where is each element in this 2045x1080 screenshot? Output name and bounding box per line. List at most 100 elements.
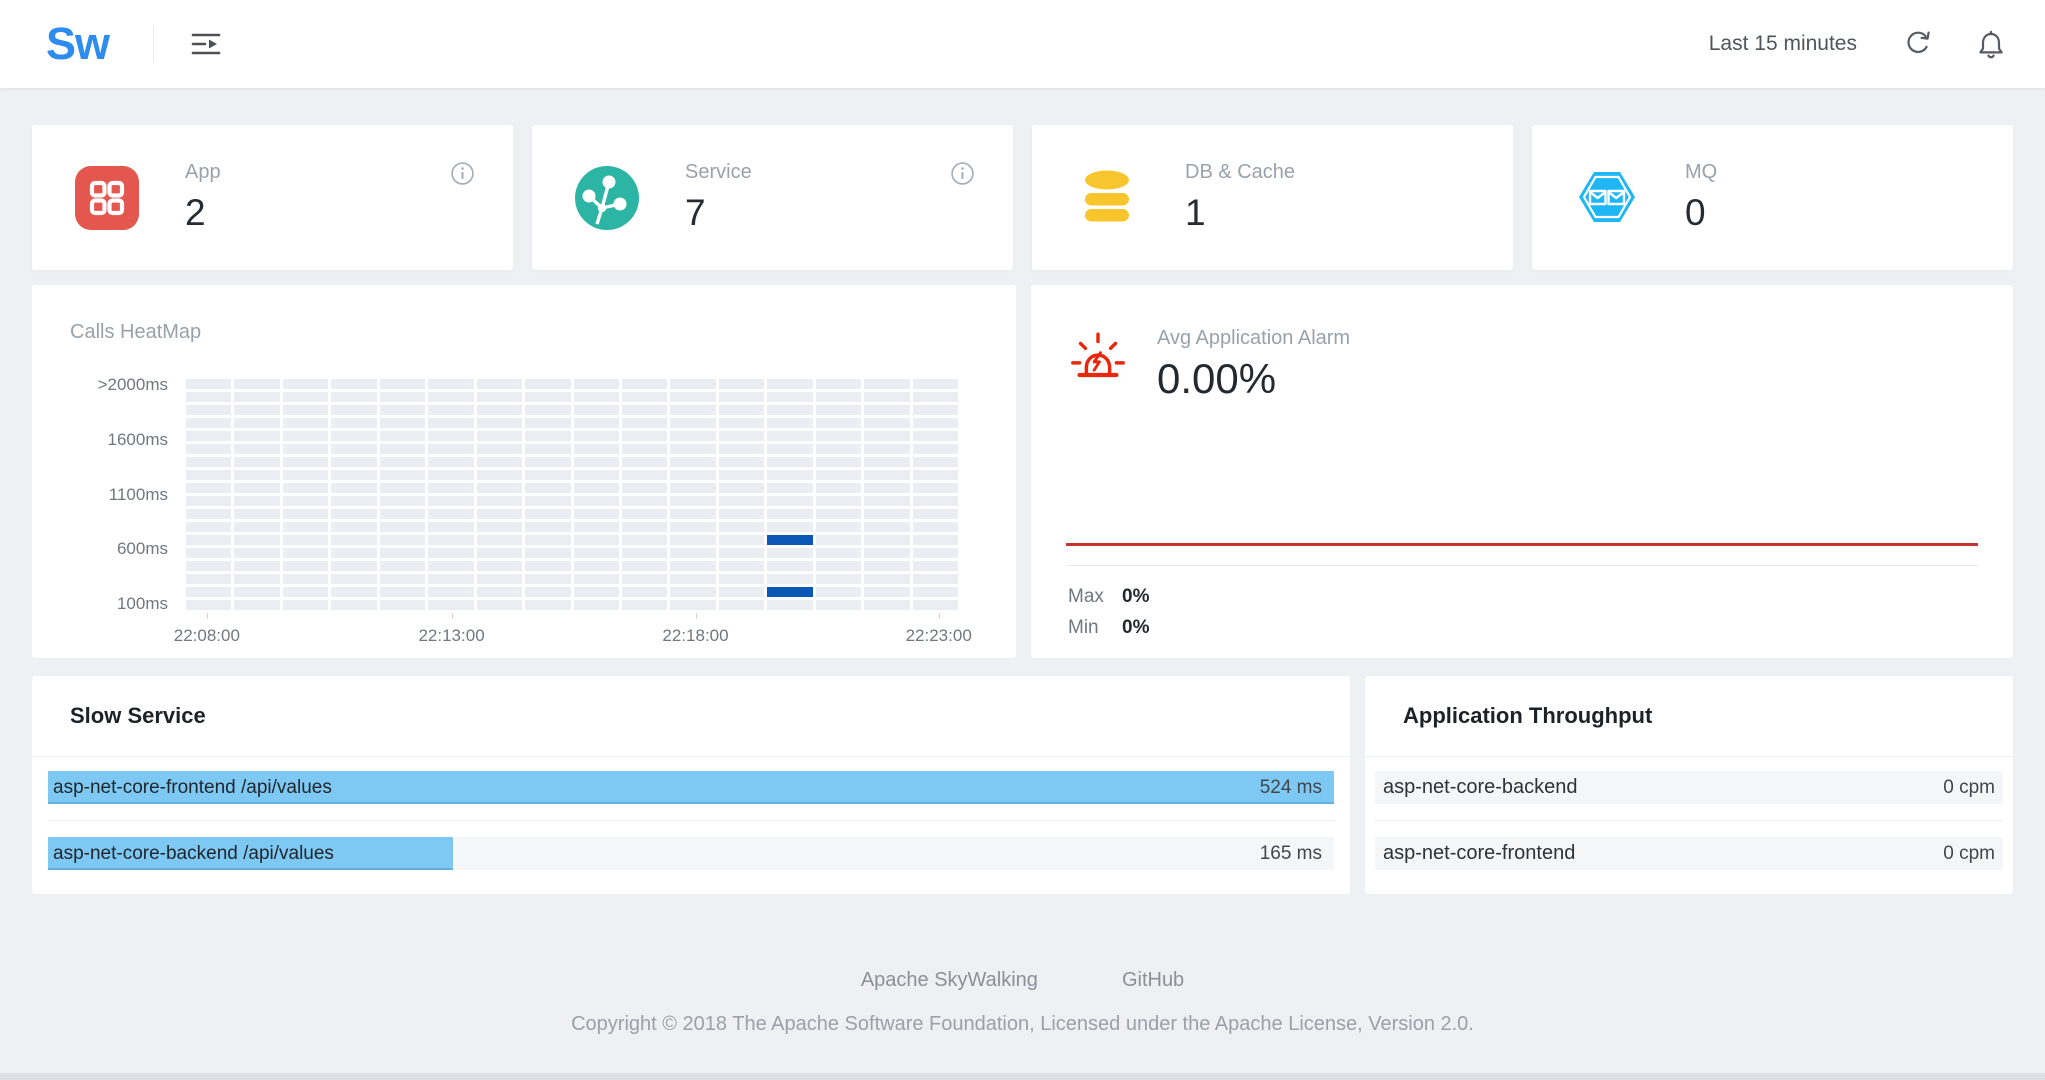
- row-divider: [48, 820, 1334, 821]
- heatmap-cell: [331, 522, 377, 532]
- heatmap-cell: [912, 522, 958, 532]
- list-item: asp-net-core-frontend /api/values 524 ms: [48, 771, 1334, 804]
- alarm-title: Avg Application Alarm: [1157, 327, 1351, 349]
- bell-icon[interactable]: [1977, 29, 2005, 59]
- heatmap-cell: [282, 444, 329, 454]
- bottom-edge: [0, 1073, 2045, 1080]
- heatmap-cell: [864, 561, 910, 571]
- heatmap-cell: [621, 431, 668, 441]
- heatmap-cell: [767, 561, 813, 571]
- heatmap-cell: [621, 444, 668, 454]
- service-network-icon: [575, 165, 639, 230]
- heatmap-cell: [331, 379, 377, 389]
- heatmap-cell: [379, 561, 426, 571]
- heatmap-cell: [815, 392, 862, 402]
- heatmap-cell: [331, 535, 377, 545]
- heatmap-cell: [282, 483, 329, 493]
- stat-card-service: Service 7: [531, 124, 1014, 271]
- item-name: asp-net-core-frontend: [1383, 842, 1576, 864]
- heatmap-cell: [525, 574, 571, 584]
- heatmap-cell: [670, 457, 716, 467]
- heatmap-cell: [912, 509, 958, 519]
- slow-service-title: Slow Service: [70, 703, 206, 728]
- heatmap-grid: [186, 379, 958, 610]
- heatmap-cell: [621, 418, 668, 428]
- stat-label: Service: [685, 161, 752, 183]
- heatmap-cell: [718, 496, 765, 506]
- heatmap-cell: [234, 561, 280, 571]
- throughput-list: asp-net-core-backend 0 cpm asp-net-core-fr…: [1365, 757, 2013, 870]
- heatmap-cell: [234, 496, 280, 506]
- heatmap-cell: [815, 548, 862, 558]
- heatmap-cell: [767, 509, 813, 519]
- sidebar-toggle-icon[interactable]: [190, 31, 222, 57]
- heatmap-cell: [670, 444, 716, 454]
- heatmap-cell: [864, 431, 910, 441]
- heatmap-cell: [864, 496, 910, 506]
- logo-text: Sw: [46, 18, 110, 69]
- heatmap-cell: [428, 496, 474, 506]
- copyright-text: Copyright © 2018 The Apache Software Fou…: [571, 1013, 1474, 1035]
- heatmap-cell: [815, 444, 862, 454]
- heatmap-cell: [621, 496, 668, 506]
- stat-card-mq: MQ 0: [1531, 124, 2014, 271]
- footer-link[interactable]: Apache SkyWalking: [861, 969, 1038, 992]
- heatmap-cell: [670, 496, 716, 506]
- heatmap-cell: [621, 483, 668, 493]
- heatmap-cell: [234, 600, 280, 610]
- heatmap-cell: [428, 418, 474, 428]
- heatmap-cell: [621, 587, 668, 597]
- heatmap-cell: [718, 600, 765, 610]
- heatmap-cell: [815, 496, 862, 506]
- throughput-title: Application Throughput: [1403, 703, 1653, 728]
- heatmap-cell: [864, 470, 910, 480]
- heatmap-cell: [282, 431, 329, 441]
- heatmap-cell: [282, 470, 329, 480]
- heatmap-cell: [621, 561, 668, 571]
- heatmap-cell: [476, 535, 523, 545]
- heatmap-cell: [815, 431, 862, 441]
- info-icon[interactable]: [950, 161, 975, 186]
- heatmap-x-label: 22:13:00: [418, 626, 485, 645]
- heatmap-cell: [476, 587, 523, 597]
- heatmap-cell: [525, 444, 571, 454]
- heatmap-cell: [379, 470, 426, 480]
- heatmap-cell: [718, 535, 765, 545]
- list-item: asp-net-core-frontend 0 cpm: [1375, 837, 2003, 870]
- footer-link[interactable]: GitHub: [1122, 969, 1184, 992]
- top-bar: Sw Last 15 minutes: [0, 0, 2045, 88]
- heatmap-cell: [573, 496, 619, 506]
- heatmap-cell: [282, 548, 329, 558]
- heatmap-cell: [670, 600, 716, 610]
- heatmap-cell: [621, 405, 668, 415]
- stat-value: 0: [1685, 192, 1706, 233]
- info-icon[interactable]: [450, 161, 475, 186]
- heatmap-cell: [573, 379, 619, 389]
- heatmap-cell: [282, 457, 329, 467]
- heatmap-cell: [234, 431, 280, 441]
- list-item: asp-net-core-backend /api/values 165 ms: [48, 837, 1334, 870]
- header-divider: [153, 26, 155, 62]
- heatmap-cell: [670, 470, 716, 480]
- refresh-icon[interactable]: [1903, 30, 1931, 58]
- alarm-value: 0.00%: [1157, 355, 1277, 402]
- heatmap-cell: [476, 431, 523, 441]
- heatmap-cell: [815, 535, 862, 545]
- row-divider: [1375, 820, 2003, 821]
- item-name: asp-net-core-backend: [1383, 776, 1578, 798]
- heatmap-cell: [331, 496, 377, 506]
- heatmap-cell: [379, 392, 426, 402]
- heatmap-y-label: 1100ms: [108, 484, 168, 504]
- heatmap-cell: [186, 509, 232, 519]
- heatmap-cell: [476, 392, 523, 402]
- heatmap-cell: [718, 561, 765, 571]
- heatmap-cell: [912, 418, 958, 428]
- heatmap-cell: [186, 444, 232, 454]
- heatmap-cell: [864, 444, 910, 454]
- heatmap-cell: [186, 379, 232, 389]
- heatmap-cell: [234, 509, 280, 519]
- heatmap-cell: [379, 457, 426, 467]
- heatmap-cell: [718, 431, 765, 441]
- heatmap-cell: [379, 587, 426, 597]
- time-range-selector[interactable]: Last 15 minutes: [1709, 32, 1857, 56]
